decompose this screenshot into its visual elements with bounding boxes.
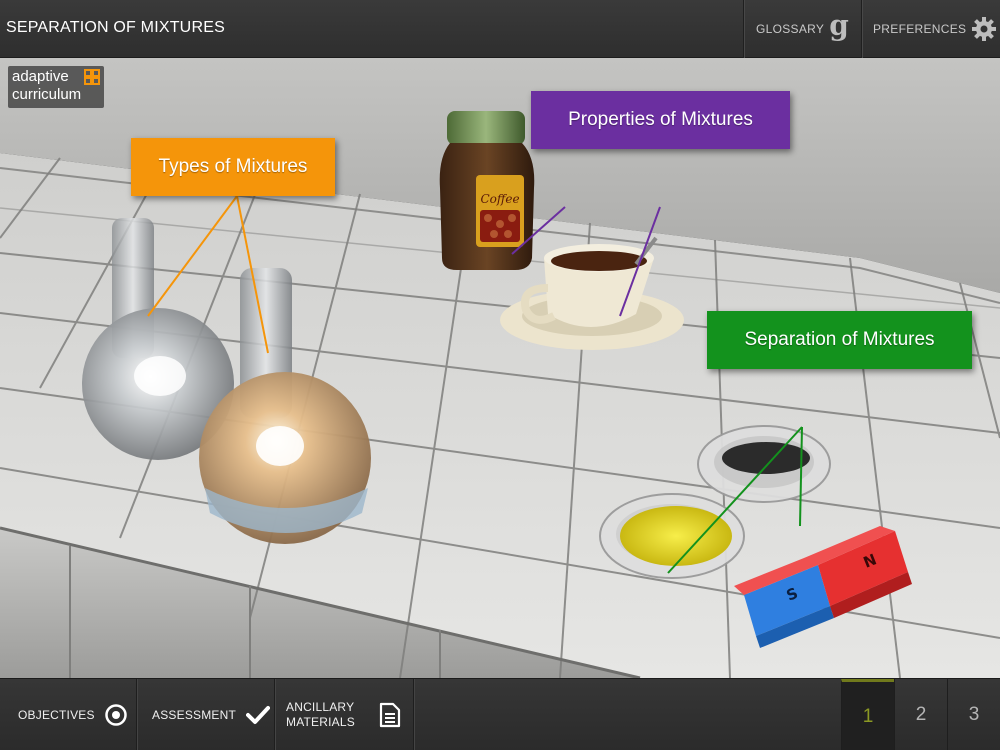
target-icon [104, 704, 127, 726]
logo-mark-icon [84, 69, 100, 85]
callout-types-label: Types of Mixtures [158, 156, 308, 177]
document-icon [379, 702, 401, 728]
page-button-3[interactable]: 3 [947, 679, 1000, 750]
callout-separation-of-mixtures[interactable]: Separation of Mixtures [707, 311, 972, 369]
gear-icon [972, 17, 997, 41]
logo-text-line1: adaptive [12, 68, 69, 85]
adaptive-curriculum-logo: adaptive curriculum [8, 66, 104, 108]
assessment-label: ASSESSMENT [152, 707, 237, 722]
logo-text-line2: curriculum [12, 86, 82, 103]
objectives-button[interactable]: OBJECTIVES [0, 679, 137, 750]
page-button-1[interactable]: 1 [841, 679, 894, 750]
jar-label: Coffee [480, 192, 519, 206]
objectives-label: OBJECTIVES [18, 707, 95, 722]
ancillary-label-line1: ANCILLARY [286, 700, 355, 714]
callout-properties-of-mixtures[interactable]: Properties of Mixtures [531, 91, 790, 149]
bottom-bar: OBJECTIVES ASSESSMENT ANCILLARY MATERIAL… [0, 678, 1000, 750]
page-title: SEPARATION OF MIXTURES [6, 19, 225, 36]
checkmark-icon [246, 706, 271, 724]
dish-sulfur [599, 493, 745, 579]
ancillary-materials-button[interactable]: ANCILLARY MATERIALS [275, 679, 414, 750]
ancillary-label: ANCILLARY MATERIALS [286, 700, 355, 730]
glossary-label: GLOSSARY [756, 22, 825, 36]
dish-iron-filings [697, 425, 831, 503]
top-bar: SEPARATION OF MIXTURES GLOSSARY g PREFER… [0, 0, 1000, 58]
callout-properties-label: Properties of Mixtures [568, 109, 753, 130]
callout-types-of-mixtures[interactable]: Types of Mixtures [131, 138, 335, 196]
glossary-icon: g [829, 8, 849, 42]
page-button-2[interactable]: 2 [894, 679, 947, 750]
assessment-button[interactable]: ASSESSMENT [137, 679, 275, 750]
ancillary-label-line2: MATERIALS [286, 715, 355, 729]
glossary-button[interactable]: GLOSSARY g [743, 0, 861, 58]
preferences-button[interactable]: PREFERENCES [861, 0, 1000, 58]
preferences-label: PREFERENCES [873, 22, 967, 36]
callout-separation-label: Separation of Mixtures [744, 329, 935, 350]
